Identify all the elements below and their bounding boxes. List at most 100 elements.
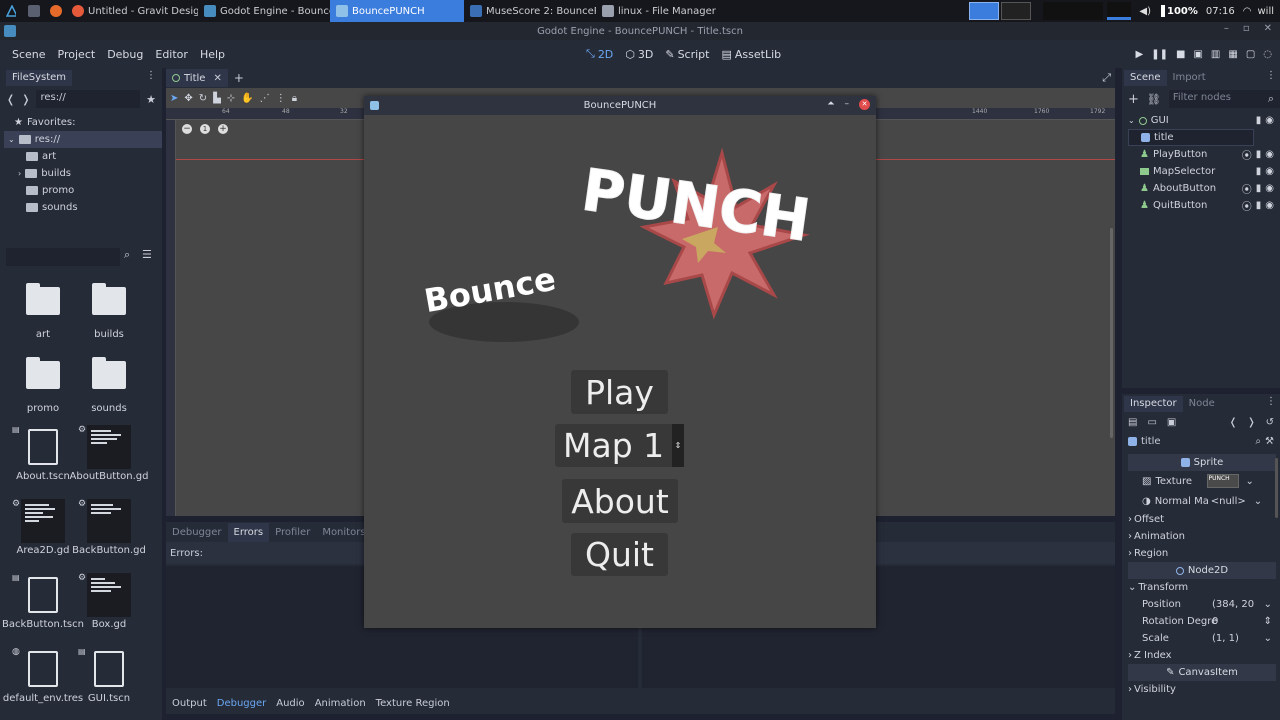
tree-row-builds[interactable]: › builds [14, 165, 162, 182]
prop-value[interactable]: (384, 20 [1212, 599, 1254, 610]
app-menu-button[interactable] [0, 0, 22, 22]
select-tool-icon[interactable]: ➤ [170, 93, 178, 104]
mode-script-button[interactable]: ✎ Script [659, 48, 715, 61]
tab-profiler[interactable]: Profiler [269, 523, 316, 542]
keep-above-icon[interactable]: ⏶ [827, 99, 834, 110]
file-item-art[interactable]: art [10, 281, 76, 340]
map-selector[interactable]: Map 1 ⇕ [555, 424, 684, 467]
save-resource-icon[interactable]: ▣ [1167, 417, 1176, 428]
file-item-backbutton-tscn[interactable]: ▤ BackButton.tscn [2, 573, 84, 630]
prop-value[interactable]: <null> [1211, 496, 1246, 507]
dock-menu-icon[interactable]: ⋮ [1266, 396, 1276, 412]
stop-icon[interactable]: ■ [1176, 49, 1185, 60]
node-row-playbutton[interactable]: ♟ PlayButton ⦿ ▮ ◉ [1128, 146, 1280, 163]
script-icon[interactable]: ▮ [1256, 200, 1262, 211]
close-tab-icon[interactable]: ✕ [213, 73, 221, 84]
file-item-backbutton-gd[interactable]: ⚙ BackButton.gd [72, 499, 146, 556]
distraction-free-icon[interactable]: ⤢ [1102, 71, 1111, 85]
firefox-launcher[interactable] [46, 0, 66, 22]
search-icon[interactable]: ⌕ [124, 248, 138, 266]
file-item-promo[interactable]: promo [10, 355, 76, 414]
tab-filesystem[interactable]: FileSystem [6, 70, 73, 86]
section-canvasitem[interactable]: ✎ CanvasItem [1128, 664, 1276, 681]
bottom-tab-audio[interactable]: Audio [276, 698, 304, 709]
wifi-icon[interactable]: ◠ [1243, 6, 1252, 17]
tab-inspector[interactable]: Inspector [1124, 396, 1183, 412]
group-offset[interactable]: › Offset [1128, 511, 1276, 528]
viewport-scrollbar[interactable] [1110, 228, 1113, 438]
lock-icon[interactable]: 🔒︎ [292, 93, 297, 104]
prop-rotation[interactable]: Rotation Degre 0 ⇕ [1128, 613, 1276, 630]
section-sprite[interactable]: Sprite [1128, 454, 1276, 471]
script-icon[interactable]: ▮ [1256, 149, 1262, 160]
tab-debugger[interactable]: Debugger [166, 523, 228, 542]
zoom-in-icon[interactable]: + [218, 124, 228, 134]
zoom-out-icon[interactable]: − [182, 124, 192, 134]
file-item-sounds[interactable]: sounds [76, 355, 142, 414]
node-row-mapselector[interactable]: MapSelector ▮ ◉ [1128, 163, 1280, 180]
workspace-switcher[interactable] [969, 2, 1032, 20]
minimize-button[interactable]: – [845, 99, 850, 110]
back-icon[interactable]: ❬ [6, 93, 15, 106]
task-gravit[interactable]: Untitled - Gravit Designer -... [66, 0, 198, 22]
tree-row-art[interactable]: art [14, 148, 162, 165]
menu-scene[interactable]: Scene [6, 48, 52, 61]
forward-icon[interactable]: ❭ [21, 93, 30, 106]
script-icon[interactable]: ▮ [1256, 115, 1262, 126]
bottom-tab-texture-region[interactable]: Texture Region [376, 698, 450, 709]
history-back-icon[interactable]: ❬ [1229, 417, 1237, 428]
search-icon[interactable]: ⌕ [1255, 436, 1261, 447]
snap-tool-icon[interactable]: ⋰ [260, 93, 270, 104]
spin-icon[interactable]: ⇕ [1264, 616, 1272, 627]
section-node2d[interactable]: Node2D [1128, 562, 1276, 579]
path-field[interactable]: res:// [36, 90, 141, 108]
file-item-gui-tscn[interactable]: ▤ GUI.tscn [76, 647, 142, 704]
filter-nodes-input[interactable]: Filter nodes [1168, 90, 1280, 108]
script-icon[interactable]: ▮ [1256, 166, 1262, 177]
play-current-icon[interactable]: ▣ [1193, 49, 1202, 60]
window-menu-icon[interactable] [4, 25, 16, 37]
signal-icon[interactable]: ⦿ [1242, 198, 1252, 213]
prop-normal-map[interactable]: ◑ Normal Ma <null> ⌄ [1128, 491, 1276, 511]
volume-icon[interactable]: ◀) [1139, 6, 1151, 17]
prop-position[interactable]: Position (384, 20 ⌄ [1128, 596, 1276, 613]
file-item-about-tscn[interactable]: ▤ About.tscn [10, 425, 76, 482]
tree-row-sounds[interactable]: sounds [14, 199, 162, 216]
remote-debug-icon[interactable]: ▦ [1228, 49, 1237, 60]
chevron-down-icon[interactable]: ⌄ [1264, 633, 1272, 644]
file-item-box-gd[interactable]: ⚙ Box.gd [76, 573, 142, 630]
pause-icon[interactable]: ❚❚ [1151, 49, 1168, 60]
open-resource-icon[interactable]: ▭ [1147, 417, 1156, 428]
zoom-reset-icon[interactable]: 1 [200, 124, 210, 134]
task-file-manager[interactable]: linux - File Manager [596, 0, 728, 22]
chevron-down-icon[interactable]: ⌄ [1245, 476, 1253, 487]
ruler-tool-icon[interactable]: ▙ [213, 93, 221, 104]
pan-tool-icon[interactable]: ✋ [241, 93, 253, 104]
group-visibility[interactable]: › Visibility [1128, 681, 1276, 698]
visibility-eye-icon[interactable]: ◉ [1265, 166, 1274, 177]
dock-menu-icon[interactable]: ⋮ [1266, 70, 1276, 86]
menu-project[interactable]: Project [52, 48, 102, 61]
tab-import[interactable]: Import [1167, 70, 1212, 86]
visibility-eye-icon[interactable]: ◉ [1265, 183, 1274, 194]
visibility-eye-icon[interactable]: ◉ [1265, 200, 1274, 211]
node-row-gui[interactable]: ⌄ GUI ▮ ◉ [1128, 112, 1280, 129]
workspace-1[interactable] [969, 2, 1000, 20]
group-zindex[interactable]: › Z Index [1128, 647, 1276, 664]
close-window-button[interactable]: ✕ [859, 99, 870, 110]
file-item-area2d-gd[interactable]: ⚙ Area2D.gd [10, 499, 76, 556]
maximize-button[interactable]: ▫ [1243, 23, 1250, 34]
add-tab-icon[interactable]: + [234, 71, 244, 85]
signal-icon[interactable]: ⦿ [1242, 147, 1252, 162]
file-item-default-env[interactable]: ◍ default_env.tres [3, 647, 83, 704]
menu-help[interactable]: Help [194, 48, 231, 61]
dock-menu-icon[interactable]: ⋮ [146, 70, 156, 86]
move-tool-icon[interactable]: ✥ [184, 93, 192, 104]
node-row-quitbutton[interactable]: ♟ QuitButton ⦿ ▮ ◉ [1128, 197, 1280, 214]
file-item-aboutbutton-gd[interactable]: ⚙ AboutButton.gd [70, 425, 148, 482]
task-godot[interactable]: Godot Engine - BouncePU... [198, 0, 330, 22]
tab-errors[interactable]: Errors [227, 522, 270, 542]
inspector-scrollbar[interactable] [1275, 458, 1278, 518]
menu-editor[interactable]: Editor [149, 48, 194, 61]
history-icon[interactable]: ↺ [1266, 417, 1274, 428]
